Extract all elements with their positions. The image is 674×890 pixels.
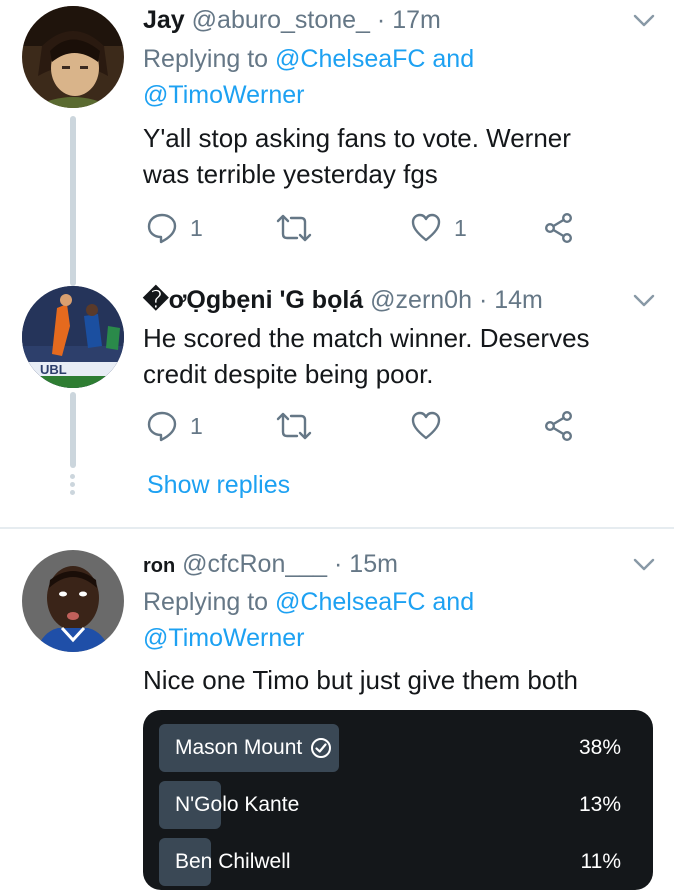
tweet-header: �ơỌgbẹni 'G bọlá @zern0h · 14m xyxy=(143,285,543,315)
poll-option-percent: 11% xyxy=(580,850,621,873)
poll-option-percent: 13% xyxy=(578,793,621,816)
share-button[interactable] xyxy=(543,410,575,442)
like-button[interactable] xyxy=(410,410,454,442)
like-count: 1 xyxy=(454,214,467,241)
replying-to: Replying to @ChelseaFC and @TimoWerner xyxy=(143,584,474,656)
avatar-image xyxy=(22,6,124,108)
heart-icon xyxy=(411,411,441,440)
mention-link[interactable]: @TimoWerner xyxy=(143,620,474,656)
retweet-icon xyxy=(276,412,312,440)
avatar-image: UBL xyxy=(22,286,124,388)
avatar[interactable]: UBL xyxy=(22,286,124,388)
retweet-button[interactable] xyxy=(275,410,313,442)
display-name[interactable]: �ơỌgbẹni 'G bọlá xyxy=(143,286,363,314)
poll-option-label: Mason Mount xyxy=(175,736,303,759)
tweet-text-line: was terrible yesterday fgs xyxy=(143,159,438,189)
tweet-text-line: Y'all stop asking fans to vote. Werner xyxy=(143,123,571,153)
poll-option-label-wrap: N'Golo Kante xyxy=(175,781,299,829)
reply-count: 1 xyxy=(190,214,203,241)
timestamp[interactable]: · 14m xyxy=(479,286,543,314)
poll-option-label-wrap: Ben Chilwell xyxy=(175,838,291,886)
timestamp[interactable]: · 17m xyxy=(377,6,441,34)
check-circle-icon xyxy=(311,738,332,758)
share-button[interactable] xyxy=(543,212,575,244)
divider xyxy=(0,527,674,529)
tweet-text-line: credit despite being poor. xyxy=(143,359,434,389)
tweet-text: Nice one Timo but just give them both xyxy=(143,662,578,698)
reply-icon xyxy=(147,411,177,442)
like-button[interactable]: 1 xyxy=(410,212,467,244)
share-icon xyxy=(545,213,573,244)
tweet-header: ron @cfcRon___ · 15m xyxy=(143,549,398,581)
poll-option-percent: 38% xyxy=(578,736,621,759)
reply-button[interactable]: 1 xyxy=(146,212,203,244)
avatar-overlay-text: UBL xyxy=(40,362,67,377)
share-icon xyxy=(545,411,573,442)
replying-to: Replying to @ChelseaFC and @TimoWerner xyxy=(143,41,474,113)
handle[interactable]: @zern0h xyxy=(370,286,472,314)
poll-option-label: N'Golo Kante xyxy=(175,793,300,816)
chevron-down-icon[interactable] xyxy=(632,292,656,310)
display-name[interactable]: ron xyxy=(143,555,175,577)
handle[interactable]: @cfcRon___ xyxy=(182,550,327,578)
mention-link[interactable]: @TimoWerner xyxy=(143,77,474,113)
show-replies-link[interactable]: Show replies xyxy=(147,469,290,501)
tweet-text-line: He scored the match winner. Deserves xyxy=(143,323,590,353)
tweet-text: He scored the match winner. Deserves cre… xyxy=(143,320,590,392)
reply-button[interactable]: 1 xyxy=(146,410,203,442)
display-name[interactable]: Jay xyxy=(143,6,185,34)
avatar[interactable] xyxy=(22,550,124,652)
timestamp[interactable]: · 15m xyxy=(334,550,398,578)
thread-line xyxy=(70,116,76,286)
chevron-down-icon[interactable] xyxy=(632,12,656,30)
poll-option-label: Ben Chilwell xyxy=(175,850,291,873)
mention-link[interactable]: @ChelseaFC and xyxy=(275,588,474,616)
retweet-button[interactable] xyxy=(275,212,313,244)
reply-icon xyxy=(147,213,177,244)
avatar[interactable] xyxy=(22,6,124,108)
chevron-down-icon[interactable] xyxy=(632,556,656,574)
handle[interactable]: @aburo_stone_ xyxy=(192,6,370,34)
replying-prefix: Replying to xyxy=(143,588,269,616)
tweet-text: Y'all stop asking fans to vote. Werner w… xyxy=(143,120,571,192)
poll-option[interactable]: Mason Mount 38% xyxy=(159,724,637,772)
reply-count: 1 xyxy=(190,412,203,439)
tweet-text-line: Nice one Timo but just give them both xyxy=(143,665,579,695)
poll-option[interactable]: Ben Chilwell 11% xyxy=(159,838,637,886)
poll-option-label-wrap: Mason Mount xyxy=(175,724,332,772)
tweet-header: Jay @aburo_stone_ · 17m xyxy=(143,5,441,35)
mention-link[interactable]: @ChelseaFC and xyxy=(275,45,474,73)
poll-option[interactable]: N'Golo Kante 13% xyxy=(159,781,637,829)
replying-prefix: Replying to xyxy=(143,45,269,73)
heart-icon xyxy=(411,213,441,242)
more-replies-dots xyxy=(70,474,76,495)
poll-card: Mason Mount 38% N'Golo Kante 13% Ben Chi… xyxy=(143,710,653,890)
avatar-image xyxy=(22,550,124,652)
thread-line xyxy=(70,392,76,468)
retweet-icon xyxy=(276,214,312,242)
